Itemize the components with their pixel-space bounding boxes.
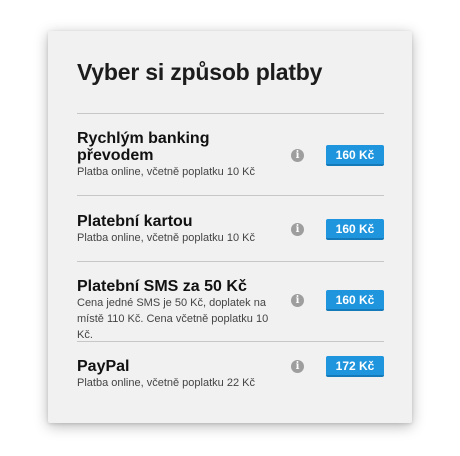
option-name: Platební kartou bbox=[77, 213, 193, 230]
option-description: Platba online, včetně poplatku 10 Kč bbox=[77, 232, 255, 244]
payment-option-sms: Platební SMS za 50 Kč Cena jedné SMS je … bbox=[77, 261, 384, 341]
payment-method-panel: Vyber si způsob platby Rychlým banking p… bbox=[48, 31, 412, 423]
price-button-bank-transfer[interactable]: 160 Kč bbox=[326, 145, 384, 166]
option-name: PayPal bbox=[77, 358, 130, 375]
option-name: Platební SMS za 50 Kč bbox=[77, 278, 247, 295]
option-name: Rychlým banking převodem bbox=[77, 130, 210, 164]
option-description: Platba online, včetně poplatku 22 Kč bbox=[77, 377, 255, 389]
option-description: Cena jedné SMS je 50 Kč, doplatek na mís… bbox=[77, 297, 269, 341]
info-icon[interactable]: i bbox=[291, 360, 304, 373]
price-button-card[interactable]: 160 Kč bbox=[326, 219, 384, 240]
payment-option-paypal: PayPal Platba online, včetně poplatku 22… bbox=[77, 341, 384, 407]
option-description: Platba online, včetně poplatku 10 Kč bbox=[77, 166, 255, 178]
panel-title: Vyber si způsob platby bbox=[77, 59, 323, 85]
payment-option-bank-transfer: Rychlým banking převodem Platba online, … bbox=[77, 113, 384, 195]
info-icon[interactable]: i bbox=[291, 294, 304, 307]
info-icon[interactable]: i bbox=[291, 149, 304, 162]
price-button-paypal[interactable]: 172 Kč bbox=[326, 356, 384, 377]
info-icon[interactable]: i bbox=[291, 223, 304, 236]
price-button-sms[interactable]: 160 Kč bbox=[326, 290, 384, 311]
payment-option-card: Platební kartou Platba online, včetně po… bbox=[77, 195, 384, 261]
